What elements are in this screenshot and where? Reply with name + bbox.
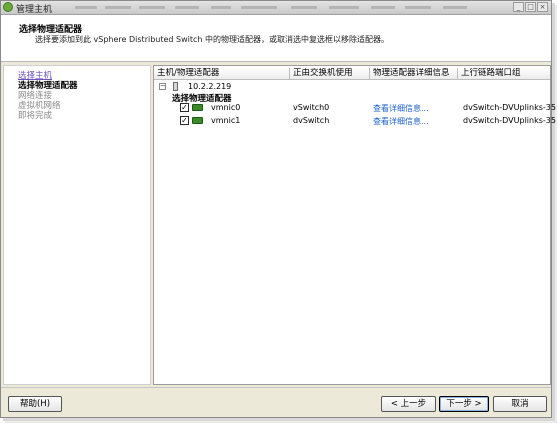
adapter-uplink-port-group: dvSwitch-DVUplinks-35 [463,103,556,112]
column-header-in-use-by-switch[interactable]: 正由交换机使用 [290,68,369,79]
next-button[interactable]: 下一步 > [439,396,489,412]
window-title: 管理主机 [16,5,53,15]
close-icon[interactable]: × [537,2,548,12]
vmware-leaf-icon [3,2,13,12]
network-adapter-icon [192,117,203,124]
adapter-checkbox[interactable]: ✓ [180,116,189,125]
help-button[interactable]: 帮助(H) [8,396,62,412]
blurred-title-text [443,6,467,9]
network-adapter-icon [192,104,203,111]
blurred-title-text [105,6,131,9]
wizard-window: 管理主机 _ □ × 选择物理适配器 选择要添加到此 vSphere Distr… [0,0,556,418]
page-description: 选择要添加到此 vSphere Distributed Switch 中的物理适… [35,35,390,44]
blurred-title-text [241,6,277,9]
adapter-switch: vSwitch0 [293,103,330,112]
blurred-title-text [75,6,97,9]
adapter-name: vmnic0 [211,103,241,112]
column-header-adapter-details[interactable]: 物理适配器详细信息 [370,68,457,79]
footer-divider [1,387,551,388]
blurred-title-text [405,6,431,9]
blurred-title-text [291,6,317,9]
minimize-icon[interactable]: _ [513,2,524,12]
wizard-header: 选择物理适配器 选择要添加到此 vSphere Distributed Swit… [1,15,551,62]
grid-header-divider [154,79,550,80]
view-details-link[interactable]: 查看详细信息... [373,116,429,127]
collapse-icon[interactable]: − [159,83,166,90]
cancel-button[interactable]: 取消 [493,396,547,412]
wizard-steps-panel: 选择主机 选择物理适配器 网络连接 虚拟机网络 即将完成 [3,65,151,385]
adapter-switch: dvSwitch [293,116,330,125]
blurred-title-text [329,6,359,9]
title-bar[interactable]: 管理主机 _ □ × [1,1,551,15]
column-header-host-adapter[interactable]: 主机/物理适配器 [154,68,289,79]
host-name: 10.2.2.219 [188,82,232,91]
blurred-title-text [139,6,165,9]
view-details-link[interactable]: 查看详细信息... [373,103,429,114]
column-header-uplink-port-group[interactable]: 上行链路端口组 [458,68,550,79]
table-row: ✓ vmnic0 vSwitch0 查看详细信息... dvSwitch-DVU… [154,103,556,114]
maximize-icon[interactable]: □ [525,2,536,12]
adapter-name: vmnic1 [211,116,241,125]
blurred-title-text [175,6,199,9]
adapter-uplink-port-group: dvSwitch-DVUplinks-35 [463,116,556,125]
blurred-title-text [371,6,395,9]
back-button[interactable]: < 上一步 [381,396,436,412]
host-server-icon [173,82,178,91]
step-ready-to-complete: 即将完成 [18,111,53,121]
blurred-title-text [211,6,231,9]
adapter-grid: 主机/物理适配器 正由交换机使用 物理适配器详细信息 上行链路端口组 − 10.… [153,65,556,385]
adapter-checkbox[interactable]: ✓ [180,103,189,112]
table-row: ✓ vmnic1 dvSwitch 查看详细信息... dvSwitch-DVU… [154,116,556,127]
